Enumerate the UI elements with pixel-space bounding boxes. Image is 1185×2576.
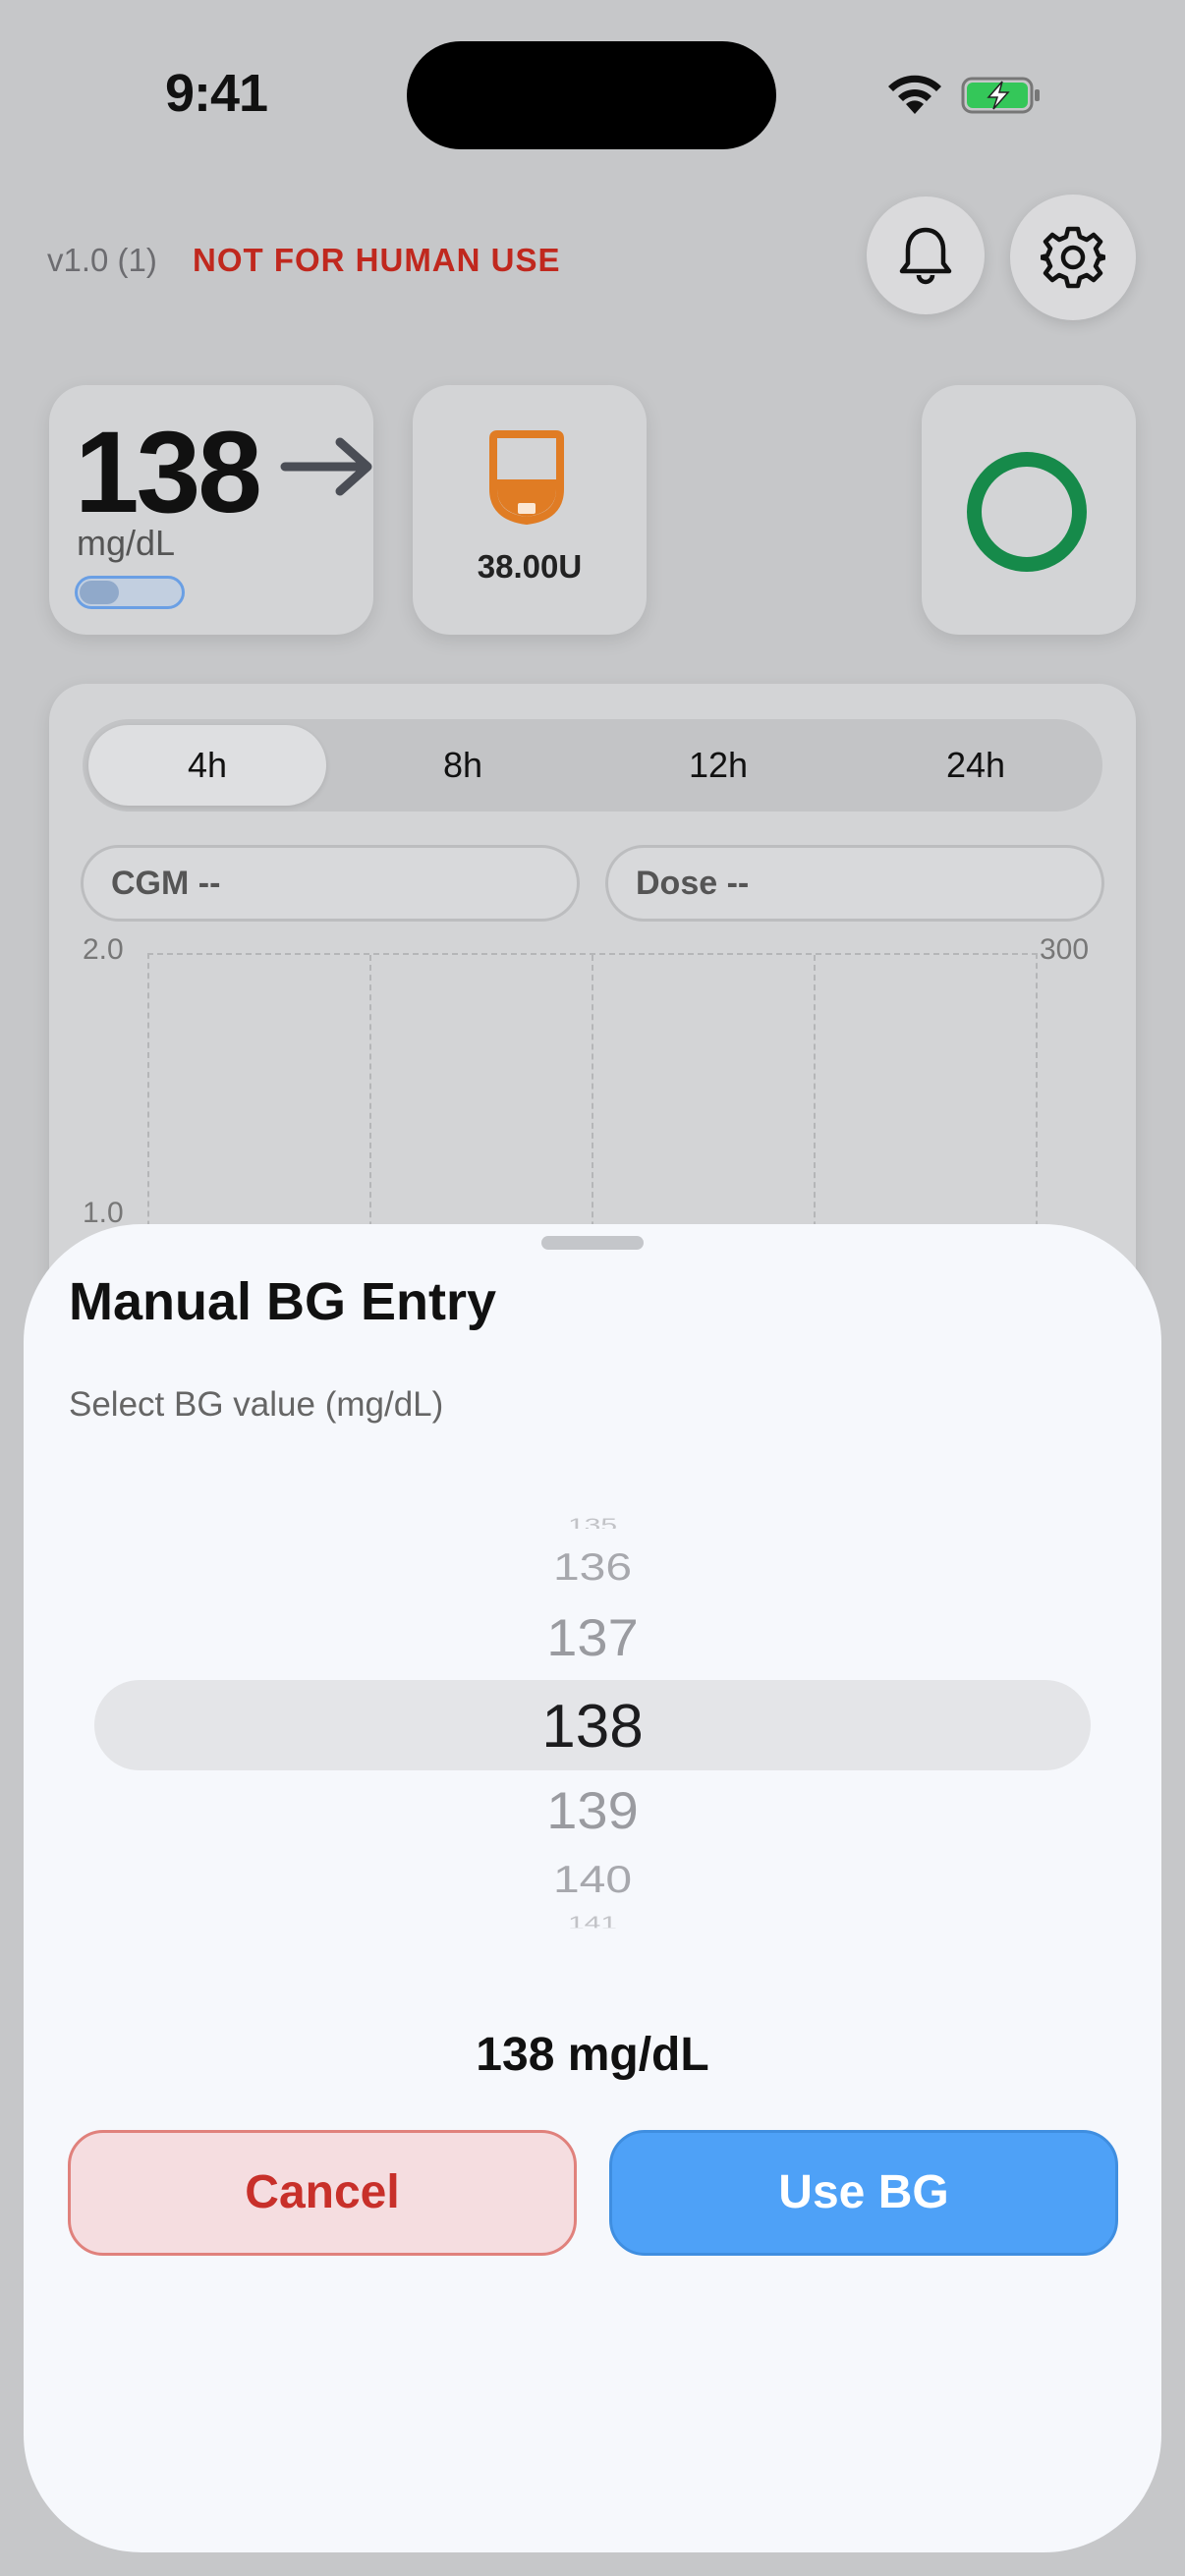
dose-pill[interactable]: Dose --: [605, 845, 1104, 922]
loop-status-icon: [967, 452, 1087, 572]
selected-bg-readout: 138 mg/dL: [476, 2029, 709, 2081]
cgm-toggle[interactable]: [75, 576, 185, 609]
picker-item[interactable]: 141: [24, 1914, 1161, 1928]
tab-8h[interactable]: 8h: [344, 725, 582, 806]
bell-icon: [899, 227, 952, 285]
use-bg-button[interactable]: Use BG: [609, 2130, 1118, 2256]
picker-item[interactable]: 137: [24, 1607, 1161, 1667]
time-range-selector: 4h 8h 12h 24h: [83, 719, 1102, 812]
warning-label: NOT FOR HUMAN USE: [193, 242, 561, 278]
gear-icon: [1041, 226, 1105, 289]
cgm-pill[interactable]: CGM --: [81, 845, 580, 922]
settings-button[interactable]: [1010, 195, 1136, 320]
left-axis-mid-label: 1.0: [83, 1197, 124, 1229]
sheet-title: Manual BG Entry: [69, 1272, 497, 1331]
dynamic-island: [407, 41, 776, 149]
wifi-icon: [888, 75, 941, 114]
battery-charging-icon: [961, 77, 1040, 114]
glucose-card[interactable]: 138 mg/dL: [49, 385, 373, 635]
tab-24h[interactable]: 24h: [855, 725, 1097, 806]
sheet-subtitle: Select BG value (mg/dL): [69, 1385, 444, 1424]
picker-item[interactable]: 140: [24, 1858, 1161, 1902]
pod-icon: [489, 430, 564, 526]
cancel-button[interactable]: Cancel: [68, 2130, 577, 2256]
loop-status-card[interactable]: [922, 385, 1136, 635]
arrow-right-icon: [280, 437, 372, 496]
tab-4h[interactable]: 4h: [88, 725, 326, 806]
right-axis-top-label: 300: [1040, 933, 1090, 966]
glucose-unit: mg/dL: [77, 523, 176, 563]
pod-card[interactable]: 38.00U: [413, 385, 647, 635]
tab-12h[interactable]: 12h: [599, 725, 837, 806]
sheet-grabber[interactable]: [541, 1236, 644, 1250]
notifications-button[interactable]: [867, 196, 985, 314]
app-version: v1.0 (1): [47, 242, 157, 278]
picker-selected-item[interactable]: 138: [24, 1692, 1161, 1762]
picker-item[interactable]: 136: [24, 1545, 1161, 1590]
status-time: 9:41: [165, 64, 268, 123]
reservoir-label: 38.00U: [477, 548, 583, 585]
left-axis-top-label: 2.0: [83, 933, 124, 966]
manual-bg-sheet: Manual BG Entry Select BG value (mg/dL) …: [24, 1224, 1161, 2552]
picker-item[interactable]: 139: [24, 1780, 1161, 1840]
picker-item[interactable]: 135: [24, 1516, 1161, 1529]
glucose-value: 138: [75, 408, 262, 537]
